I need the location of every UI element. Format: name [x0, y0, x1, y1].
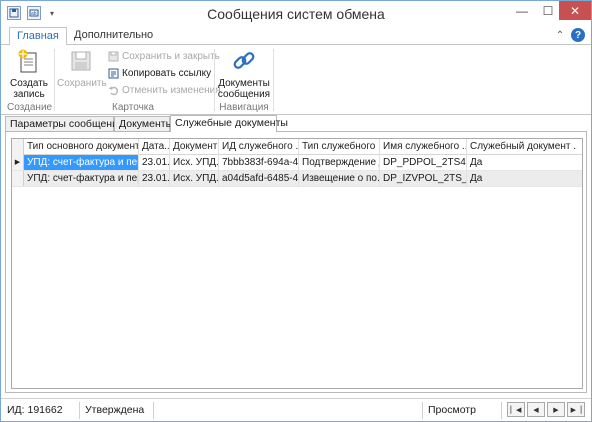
service-documents-grid: Тип основного документа Дата... Документ… [11, 138, 583, 389]
record-id: ИД: 191662 [7, 404, 63, 416]
table-cell[interactable]: 7bbb383f-694a-4... [219, 155, 299, 170]
copy-link-label: Копировать ссылку [122, 67, 212, 79]
table-cell[interactable]: Подтверждение д... [299, 155, 380, 170]
column-header[interactable]: ИД служебного ... [219, 139, 299, 155]
group-label-navigation: Навигация [219, 102, 269, 113]
status-divider [501, 402, 502, 419]
table-cell[interactable]: a04d5afd-6485-4... [219, 171, 299, 186]
message-documents-button[interactable]: Документы сообщения [217, 47, 271, 100]
view-mode: Просмотр [428, 404, 476, 416]
row-selector[interactable] [12, 171, 24, 186]
table-row[interactable]: УПД: счет-фактура и пер... 23.01... Исх.… [12, 171, 582, 187]
current-row-arrow-icon: ▶ [12, 155, 24, 170]
grid-header: Тип основного документа Дата... Документ… [12, 139, 582, 155]
next-record-button[interactable]: ▶ [547, 402, 565, 417]
new-document-icon [14, 47, 44, 75]
copy-link-button[interactable]: Копировать ссылку [107, 65, 211, 81]
tab-documents[interactable]: Документы [114, 116, 173, 131]
tab-message-parameters[interactable]: Параметры сообщения [5, 116, 124, 131]
save-and-close-button[interactable]: Сохранить и закрыть [107, 48, 220, 64]
message-documents-label: Документы сообщения [217, 78, 271, 100]
copy-link-icon [107, 67, 119, 79]
ribbon-separator [214, 49, 215, 111]
status-divider [153, 402, 154, 419]
table-cell[interactable]: Да [467, 155, 577, 170]
help-icon[interactable]: ? [571, 28, 585, 42]
tab-additional[interactable]: Дополнительно [67, 27, 160, 45]
status-bar: ИД: 191662 Утверждена Просмотр ▏◀ ◀ ▶ ▶▕ [1, 398, 591, 421]
ribbon: Создать запись Создание Сохранить Сохран… [1, 45, 591, 115]
maximize-button[interactable]: ☐ [535, 1, 561, 21]
window-title: Сообщения систем обмена [207, 6, 385, 22]
minimize-button[interactable]: — [509, 1, 535, 21]
column-header[interactable]: Служебный документ ... [467, 139, 577, 155]
table-cell[interactable]: 23.01... [139, 171, 170, 186]
table-cell[interactable]: Да [467, 171, 577, 186]
undo-changes-button[interactable]: Отменить изменения [107, 82, 221, 98]
column-header[interactable]: Имя служебного ... [380, 139, 467, 155]
column-header[interactable]: Тип основного документа [24, 139, 139, 155]
floppy-icon [66, 47, 96, 75]
column-header[interactable]: Дата... [139, 139, 170, 155]
tab-home[interactable]: Главная [9, 27, 67, 46]
chain-link-icon [229, 47, 259, 75]
app-window: ab ▾ Сообщения систем обмена — ☐ ✕ Главн… [0, 0, 592, 422]
close-button[interactable]: ✕ [559, 1, 591, 20]
table-cell[interactable]: УПД: счет-фактура и пер... [24, 155, 139, 170]
table-row[interactable]: ▶ УПД: счет-фактура и пер... 23.01... Ис… [12, 155, 582, 171]
group-label-card: Карточка [112, 102, 154, 113]
table-cell[interactable]: Исх. УПД... [170, 155, 219, 170]
ribbon-separator [54, 49, 55, 111]
document-tab-strip: Параметры сообщения Документы Служебные … [1, 115, 591, 132]
table-cell[interactable]: DP_IZVPOL_2TS_2T... [380, 171, 467, 186]
column-header[interactable]: Тип служебного ... [299, 139, 380, 155]
table-cell[interactable]: DP_PDPOL_2TS49e... [380, 155, 467, 170]
column-header[interactable]: Документ [170, 139, 219, 155]
save-close-icon [107, 50, 119, 62]
row-selector-header [12, 139, 24, 155]
tab-service-documents[interactable]: Служебные документы [170, 115, 288, 132]
title-bar: ab ▾ Сообщения систем обмена — ☐ ✕ [1, 1, 591, 27]
record-state: Утверждена [85, 404, 145, 416]
save-button[interactable]: Сохранить [57, 47, 107, 89]
table-cell[interactable]: Исх. УПД... [170, 171, 219, 186]
previous-record-button[interactable]: ◀ [527, 402, 545, 417]
undo-label: Отменить изменения [122, 84, 221, 96]
table-cell[interactable]: Извещение о по... [299, 171, 380, 186]
group-label-create: Создание [7, 102, 53, 113]
table-cell[interactable]: УПД: счет-фактура и пер... [24, 171, 139, 186]
undo-icon [107, 84, 119, 96]
last-record-button[interactable]: ▶▕ [567, 402, 585, 417]
ribbon-separator [273, 49, 274, 111]
create-record-button[interactable]: Создать запись [7, 47, 51, 100]
ribbon-tab-strip: Главная Дополнительно ⌃ ? [1, 27, 591, 46]
collapse-ribbon-icon[interactable]: ⌃ [553, 28, 567, 43]
first-record-button[interactable]: ▏◀ [507, 402, 525, 417]
table-cell[interactable]: 23.01... [139, 155, 170, 170]
save-label: Сохранить [57, 78, 107, 89]
create-record-label: Создать запись [9, 78, 48, 100]
save-close-label: Сохранить и закрыть [122, 50, 220, 62]
